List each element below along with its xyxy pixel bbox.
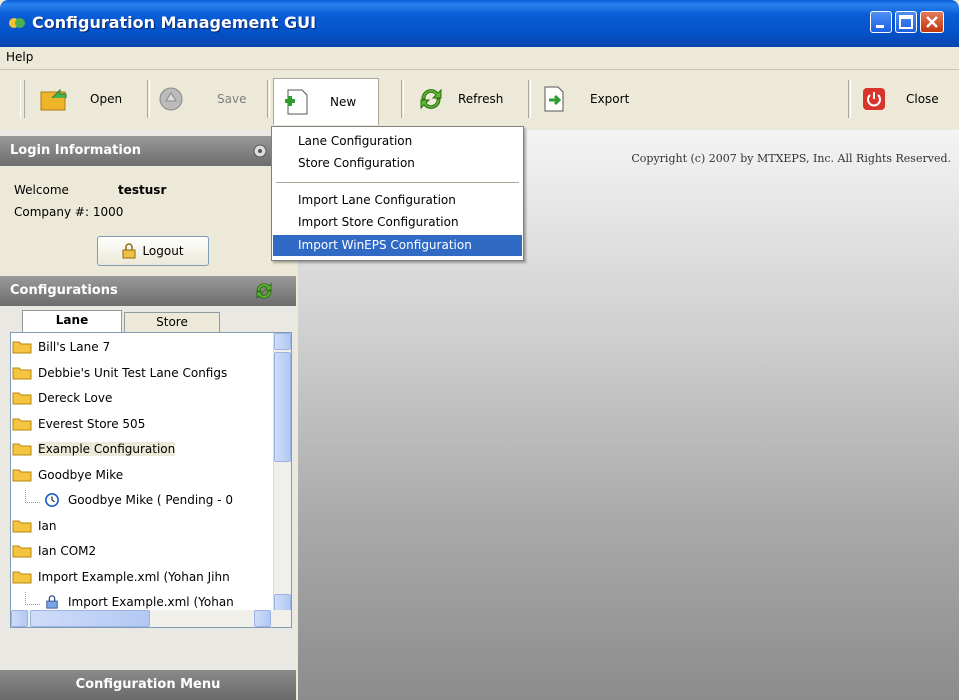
- horizontal-scrollbar[interactable]: [11, 610, 291, 627]
- scroll-right-button[interactable]: [254, 610, 271, 627]
- new-label: New: [330, 95, 357, 109]
- login-info-header[interactable]: Login Information: [0, 136, 296, 166]
- clock-icon: [42, 493, 68, 507]
- menu-help[interactable]: Help: [6, 50, 33, 64]
- lock-icon: [122, 243, 136, 259]
- app-window: Configuration Management GUI Help Open S…: [0, 0, 959, 700]
- tree-item[interactable]: Ian: [12, 514, 57, 538]
- open-button[interactable]: Open: [38, 80, 122, 118]
- folder-icon: [12, 340, 38, 354]
- tree-item-label: Import Example.xml (Yohan Jihn: [38, 569, 230, 584]
- logout-label: Logout: [142, 244, 184, 258]
- refresh-configurations-icon[interactable]: [254, 281, 274, 301]
- tree-item-label: Ian COM2: [38, 544, 97, 558]
- tree-item-label: Goodbye Mike: [38, 467, 124, 482]
- configuration-tree[interactable]: Bill's Lane 7 Debbie's Unit Test Lane Con…: [10, 332, 292, 628]
- configurations-title: Configurations: [10, 283, 118, 298]
- tree-item[interactable]: Import Example.xml (Yohan Jihn: [12, 565, 230, 589]
- close-window-button[interactable]: [920, 11, 944, 33]
- tree-item-label: Goodbye Mike ( Pending - 0: [68, 493, 233, 507]
- lock-icon: [42, 595, 68, 609]
- app-icon: [9, 18, 25, 28]
- open-label: Open: [90, 92, 123, 106]
- menu-item-import-lane-configuration[interactable]: Import Lane Configuration: [273, 190, 522, 211]
- new-dropdown-menu: Lane Configuration Store Configuration I…: [271, 126, 524, 261]
- copyright-text: Copyright (c) 2007 by MTXEPS, Inc. All R…: [631, 152, 951, 165]
- close-icon: [926, 16, 938, 28]
- tree-item-label: Bill's Lane 7: [38, 340, 111, 354]
- minimize-icon: [876, 25, 884, 28]
- menu-item-import-store-configuration[interactable]: Import Store Configuration: [273, 212, 522, 233]
- folder-icon: [12, 544, 38, 558]
- toolbar: Open Save New Refresh Export Close: [0, 70, 959, 128]
- minimize-button[interactable]: [870, 11, 892, 33]
- menu-item-store-configuration[interactable]: Store Configuration: [273, 153, 522, 174]
- tree-item[interactable]: Ian COM2: [12, 539, 96, 563]
- login-body: Welcome testusr Company #: 1000 Logout: [0, 166, 296, 276]
- folder-icon: [12, 468, 38, 482]
- scroll-down-button[interactable]: [274, 594, 291, 611]
- tree-item[interactable]: Debbie's Unit Test Lane Configs: [12, 361, 227, 385]
- folder-icon: [12, 366, 38, 380]
- folder-icon: [12, 442, 38, 456]
- menu-separator: [276, 182, 519, 183]
- export-button[interactable]: Export: [540, 80, 629, 118]
- tree-item-label: Dereck Love: [38, 391, 113, 405]
- vertical-scrollbar[interactable]: [273, 333, 291, 611]
- config-tabs: Lane Store: [0, 310, 296, 332]
- power-icon: [863, 88, 885, 110]
- new-button[interactable]: New: [273, 78, 379, 125]
- folder-icon: [12, 417, 38, 431]
- tree-item[interactable]: Goodbye Mike ( Pending - 0: [25, 488, 233, 512]
- tree-item-label: Import Example.xml (Yohan: [68, 595, 234, 609]
- refresh-button[interactable]: Refresh: [416, 80, 503, 118]
- folder-icon: [12, 570, 38, 584]
- close-button[interactable]: Close: [862, 80, 939, 118]
- refresh-label: Refresh: [458, 92, 504, 106]
- tree-item-label: Example Configuration: [38, 442, 176, 456]
- hscroll-thumb[interactable]: [30, 610, 150, 627]
- tree-item[interactable]: Goodbye Mike: [12, 463, 123, 487]
- tree-item-label: Ian: [38, 518, 57, 533]
- export-label: Export: [590, 92, 630, 106]
- new-document-icon: [285, 89, 308, 115]
- tree-item-label: Debbie's Unit Test Lane Configs: [38, 365, 228, 380]
- login-info-title: Login Information: [10, 143, 142, 158]
- tree-item[interactable]: Example Configuration: [12, 437, 176, 461]
- gear-icon[interactable]: [252, 143, 268, 159]
- folder-icon: [12, 391, 38, 405]
- username: testusr: [118, 183, 167, 197]
- export-icon: [544, 86, 564, 112]
- menu-bar: Help: [0, 47, 959, 70]
- tree-item[interactable]: Bill's Lane 7: [12, 335, 110, 359]
- scroll-left-button[interactable]: [11, 610, 28, 627]
- save-label: Save: [217, 92, 247, 106]
- menu-item-lane-configuration[interactable]: Lane Configuration: [273, 131, 522, 152]
- company-number: Company #: 1000: [14, 205, 124, 219]
- title-bar[interactable]: Configuration Management GUI: [0, 0, 959, 47]
- configurations-header[interactable]: Configurations: [0, 276, 296, 306]
- maximize-button[interactable]: [895, 11, 917, 33]
- welcome-label: Welcome: [14, 183, 69, 197]
- logout-button[interactable]: Logout: [97, 236, 209, 266]
- tab-lane[interactable]: Lane: [22, 310, 122, 332]
- tab-store[interactable]: Store: [124, 312, 220, 332]
- open-folder-icon: [40, 88, 67, 111]
- maximize-icon: [899, 15, 913, 29]
- scroll-thumb[interactable]: [274, 352, 291, 462]
- menu-item-import-wineps-configuration[interactable]: Import WinEPS Configuration: [273, 235, 522, 256]
- close-label: Close: [906, 92, 939, 106]
- left-panel: Login Information Welcome testusr Compan…: [0, 130, 296, 700]
- save-disk-icon: [159, 87, 183, 111]
- configuration-menu-header[interactable]: Configuration Menu: [0, 670, 296, 700]
- scroll-up-button[interactable]: [274, 333, 291, 350]
- tree-item-label: Everest Store 505: [38, 416, 146, 431]
- tree-item[interactable]: Dereck Love: [12, 386, 112, 410]
- folder-icon: [12, 519, 38, 533]
- save-button[interactable]: Save: [157, 80, 246, 118]
- window-title: Configuration Management GUI: [32, 13, 317, 32]
- refresh-icon: [420, 88, 442, 110]
- toolbar-grip[interactable]: [20, 80, 25, 118]
- tree-item[interactable]: Everest Store 505: [12, 412, 145, 436]
